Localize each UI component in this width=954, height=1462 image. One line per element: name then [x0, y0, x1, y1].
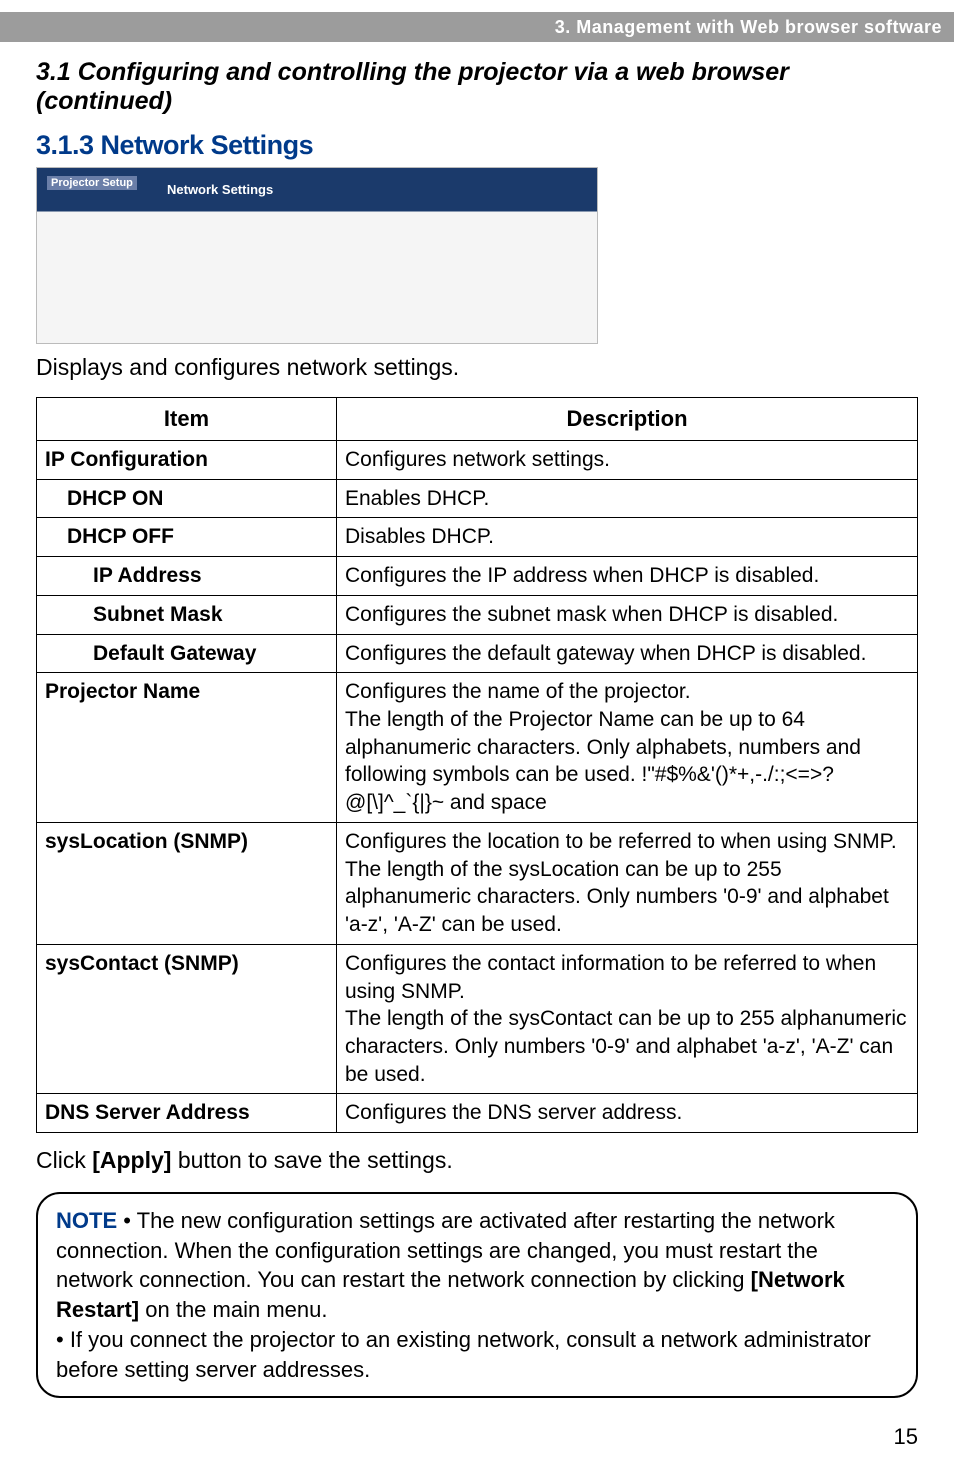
item-label: IP Configuration [45, 448, 208, 471]
apply-button-label: [Apply] [92, 1147, 171, 1173]
table-row: DHCP ON Enables DHCP. [37, 479, 918, 518]
table-row: sysLocation (SNMP) Configures the locatio… [37, 822, 918, 944]
desc-cell: Configures network settings. [337, 441, 918, 480]
item-label: Default Gateway [93, 642, 256, 665]
note-body2: • If you connect the projector to an exi… [56, 1327, 871, 1382]
desc-cell: Configures the contact information to be… [337, 944, 918, 1094]
desc-cell: Configures the DNS server address. [337, 1094, 918, 1133]
item-label: sysContact (SNMP) [45, 952, 239, 975]
th-item: Item [37, 398, 337, 441]
desc-cell: Configures the default gateway when DHCP… [337, 634, 918, 673]
item-cell: DHCP OFF [37, 518, 337, 557]
item-cell: DNS Server Address [37, 1094, 337, 1133]
breadcrumb-text: 3. Management with Web browser software [555, 17, 942, 38]
item-label: Subnet Mask [93, 603, 223, 626]
network-settings-screenshot: Projector Setup Network Settings [36, 167, 598, 344]
item-cell: sysLocation (SNMP) [37, 822, 337, 944]
item-label: IP Address [93, 564, 202, 587]
item-cell: sysContact (SNMP) [37, 944, 337, 1094]
table-row: sysContact (SNMP) Configures the contact … [37, 944, 918, 1094]
desc-cell: Configures the IP address when DHCP is d… [337, 557, 918, 596]
item-label: DHCP ON [67, 487, 163, 510]
breadcrumb-bar: 3. Management with Web browser software [0, 12, 954, 42]
table-row: DNS Server Address Configures the DNS ser… [37, 1094, 918, 1133]
item-cell: IP Configuration [37, 441, 337, 480]
screenshot-status-label: Projector Setup [47, 176, 137, 190]
item-label: DNS Server Address [45, 1101, 250, 1124]
item-label: DHCP OFF [67, 525, 174, 548]
intro-description: Displays and configures network settings… [36, 354, 918, 381]
desc-cell: Configures the name of the projector. Th… [337, 673, 918, 823]
item-label: sysLocation (SNMP) [45, 830, 248, 853]
item-cell: IP Address [37, 557, 337, 596]
table-header-row: Item Description [37, 398, 918, 441]
note-label: NOTE [56, 1208, 117, 1233]
table-row: IP Configuration Configures network setti… [37, 441, 918, 480]
note-body1: • The new configuration settings are act… [56, 1208, 835, 1292]
item-cell: DHCP ON [37, 479, 337, 518]
apply-instruction: Click [Apply] button to save the setting… [36, 1147, 918, 1174]
item-cell: Subnet Mask [37, 595, 337, 634]
section-title: 3.1 Configuring and controlling the proj… [36, 58, 918, 116]
apply-suffix: button to save the settings. [171, 1147, 452, 1173]
item-cell: Projector Name [37, 673, 337, 823]
desc-cell: Disables DHCP. [337, 518, 918, 557]
settings-table: Item Description IP Configuration Configu… [36, 397, 918, 1133]
subsection-title: 3.1.3 Network Settings [36, 130, 918, 161]
note-body1-suffix: on the main menu. [139, 1297, 327, 1322]
table-row: Default Gateway Configures the default ga… [37, 634, 918, 673]
note-box: NOTE • The new configuration settings ar… [36, 1192, 918, 1398]
table-row: Projector Name Configures the name of the… [37, 673, 918, 823]
table-row: DHCP OFF Disables DHCP. [37, 518, 918, 557]
th-desc: Description [337, 398, 918, 441]
desc-cell: Configures the location to be referred t… [337, 822, 918, 944]
apply-prefix: Click [36, 1147, 92, 1173]
item-cell: Default Gateway [37, 634, 337, 673]
desc-cell: Configures the subnet mask when DHCP is … [337, 595, 918, 634]
table-row: IP Address Configures the IP address when… [37, 557, 918, 596]
screenshot-window-title: Network Settings [167, 182, 273, 197]
table-row: Subnet Mask Configures the subnet mask wh… [37, 595, 918, 634]
desc-cell: Enables DHCP. [337, 479, 918, 518]
page-number: 15 [0, 1418, 954, 1462]
item-label: Projector Name [45, 680, 200, 703]
